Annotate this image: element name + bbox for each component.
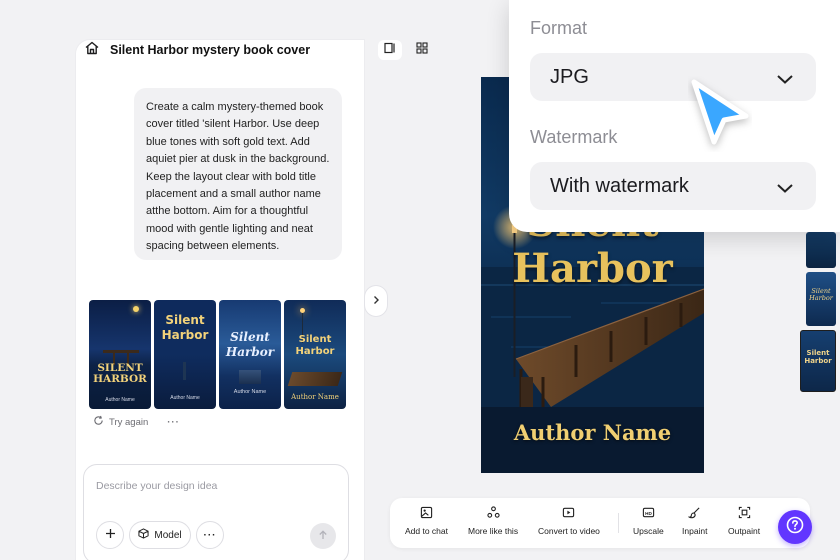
- model-button[interactable]: Model: [129, 521, 191, 549]
- hd-icon: HD: [642, 506, 655, 521]
- outpaint-button[interactable]: Outpaint: [728, 506, 760, 536]
- question-icon: [786, 516, 804, 539]
- single-view-button[interactable]: [378, 40, 402, 60]
- brush-icon: [687, 506, 701, 521]
- add-button[interactable]: [96, 521, 124, 549]
- thumbnail-author: Author Name: [170, 395, 200, 401]
- version-thumbnail-selected[interactable]: Silent Harbor: [800, 330, 836, 392]
- variations-icon: [486, 506, 500, 521]
- version-thumbnail[interactable]: [806, 232, 836, 268]
- thumbnail-author: Author Name: [233, 389, 267, 395]
- chat-title: Silent Harbor mystery book cover: [110, 43, 311, 57]
- inpaint-label: Inpaint: [682, 526, 708, 536]
- result-thumbnail[interactable]: Silent Harbor Author Name: [284, 300, 346, 409]
- convert-to-video-button[interactable]: Convert to video: [538, 506, 600, 536]
- chat-header: Silent Harbor mystery book cover: [84, 40, 311, 61]
- plus-icon: [105, 528, 116, 542]
- outpaint-label: Outpaint: [728, 526, 761, 536]
- grid-view-button[interactable]: [410, 40, 434, 60]
- prompt-input-box[interactable]: Describe your design idea Model ···: [83, 464, 349, 560]
- prompt-input-placeholder[interactable]: Describe your design idea: [96, 480, 217, 492]
- help-button[interactable]: [778, 510, 812, 544]
- format-value: JPG: [550, 65, 589, 88]
- thumbnail-title: Silent Harbor: [225, 330, 275, 359]
- grid-icon: [416, 41, 428, 59]
- collapse-panel-button[interactable]: [365, 286, 387, 316]
- chevron-down-icon: [776, 178, 794, 193]
- result-thumbnails: SILENT HARBOR Author Name Silent Harbor …: [89, 300, 346, 409]
- image-toolbar: Add to chat More like this Convert to vi…: [390, 498, 810, 548]
- version-thumbnail[interactable]: Silent Harbor: [806, 272, 836, 326]
- view-toggle: [378, 40, 434, 60]
- thumbnail-title: SILENT HARBOR: [93, 362, 147, 385]
- thumbnail-title: Silent Harbor: [295, 334, 335, 357]
- single-view-icon: [384, 41, 396, 59]
- refresh-icon: [93, 415, 104, 429]
- svg-text:HD: HD: [645, 511, 652, 516]
- cover-title-line2: Harbor: [512, 245, 673, 292]
- thumbnail-title: Silent Harbor: [161, 313, 209, 342]
- result-thumbnail[interactable]: Silent Harbor Author Name: [219, 300, 281, 409]
- mouse-cursor-icon: [688, 76, 752, 152]
- export-settings-popup: Format JPG Watermark With watermark: [509, 0, 840, 232]
- result-thumbnail[interactable]: Silent Harbor Author Name: [154, 300, 216, 409]
- thumbnail-author: Author Name: [105, 397, 135, 403]
- format-select[interactable]: JPG: [530, 53, 816, 101]
- format-label: Format: [530, 18, 588, 38]
- chevron-down-icon: [776, 69, 794, 84]
- add-to-chat-label: Add to chat: [405, 526, 449, 536]
- add-to-chat-button[interactable]: Add to chat: [405, 506, 448, 536]
- upscale-label: Upscale: [633, 526, 664, 536]
- try-again-row: Try again ···: [93, 415, 180, 429]
- convert-to-video-label: Convert to video: [538, 526, 600, 536]
- inpaint-button[interactable]: Inpaint: [682, 506, 708, 536]
- model-label: Model: [154, 529, 182, 541]
- watermark-select[interactable]: With watermark: [530, 162, 816, 210]
- cover-author: Author Name: [513, 420, 672, 445]
- thumbnail-author: Author Name: [291, 393, 339, 401]
- try-again-button[interactable]: Try again: [109, 417, 148, 428]
- expand-icon: [738, 506, 751, 521]
- chat-panel: Silent Harbor mystery book cover Create …: [76, 40, 364, 560]
- home-icon[interactable]: [84, 40, 100, 61]
- toolbar-divider: [618, 513, 619, 533]
- user-prompt-bubble: Create a calm mystery-themed book cover …: [134, 88, 342, 260]
- image-add-icon: [420, 506, 433, 521]
- watermark-value: With watermark: [550, 174, 689, 197]
- cube-icon: [138, 528, 149, 542]
- video-icon: [562, 506, 575, 521]
- more-options-button[interactable]: ···: [167, 417, 180, 428]
- more-tools-button[interactable]: ···: [196, 521, 224, 549]
- result-thumbnail[interactable]: SILENT HARBOR Author Name: [89, 300, 151, 409]
- chevron-right-icon: [372, 292, 380, 310]
- arrow-up-icon: [318, 527, 328, 545]
- upscale-button[interactable]: HD Upscale: [633, 506, 664, 536]
- send-button[interactable]: [310, 523, 336, 549]
- more-like-this-button[interactable]: More like this: [468, 506, 518, 536]
- watermark-label: Watermark: [530, 127, 618, 147]
- more-like-this-label: More like this: [468, 526, 519, 536]
